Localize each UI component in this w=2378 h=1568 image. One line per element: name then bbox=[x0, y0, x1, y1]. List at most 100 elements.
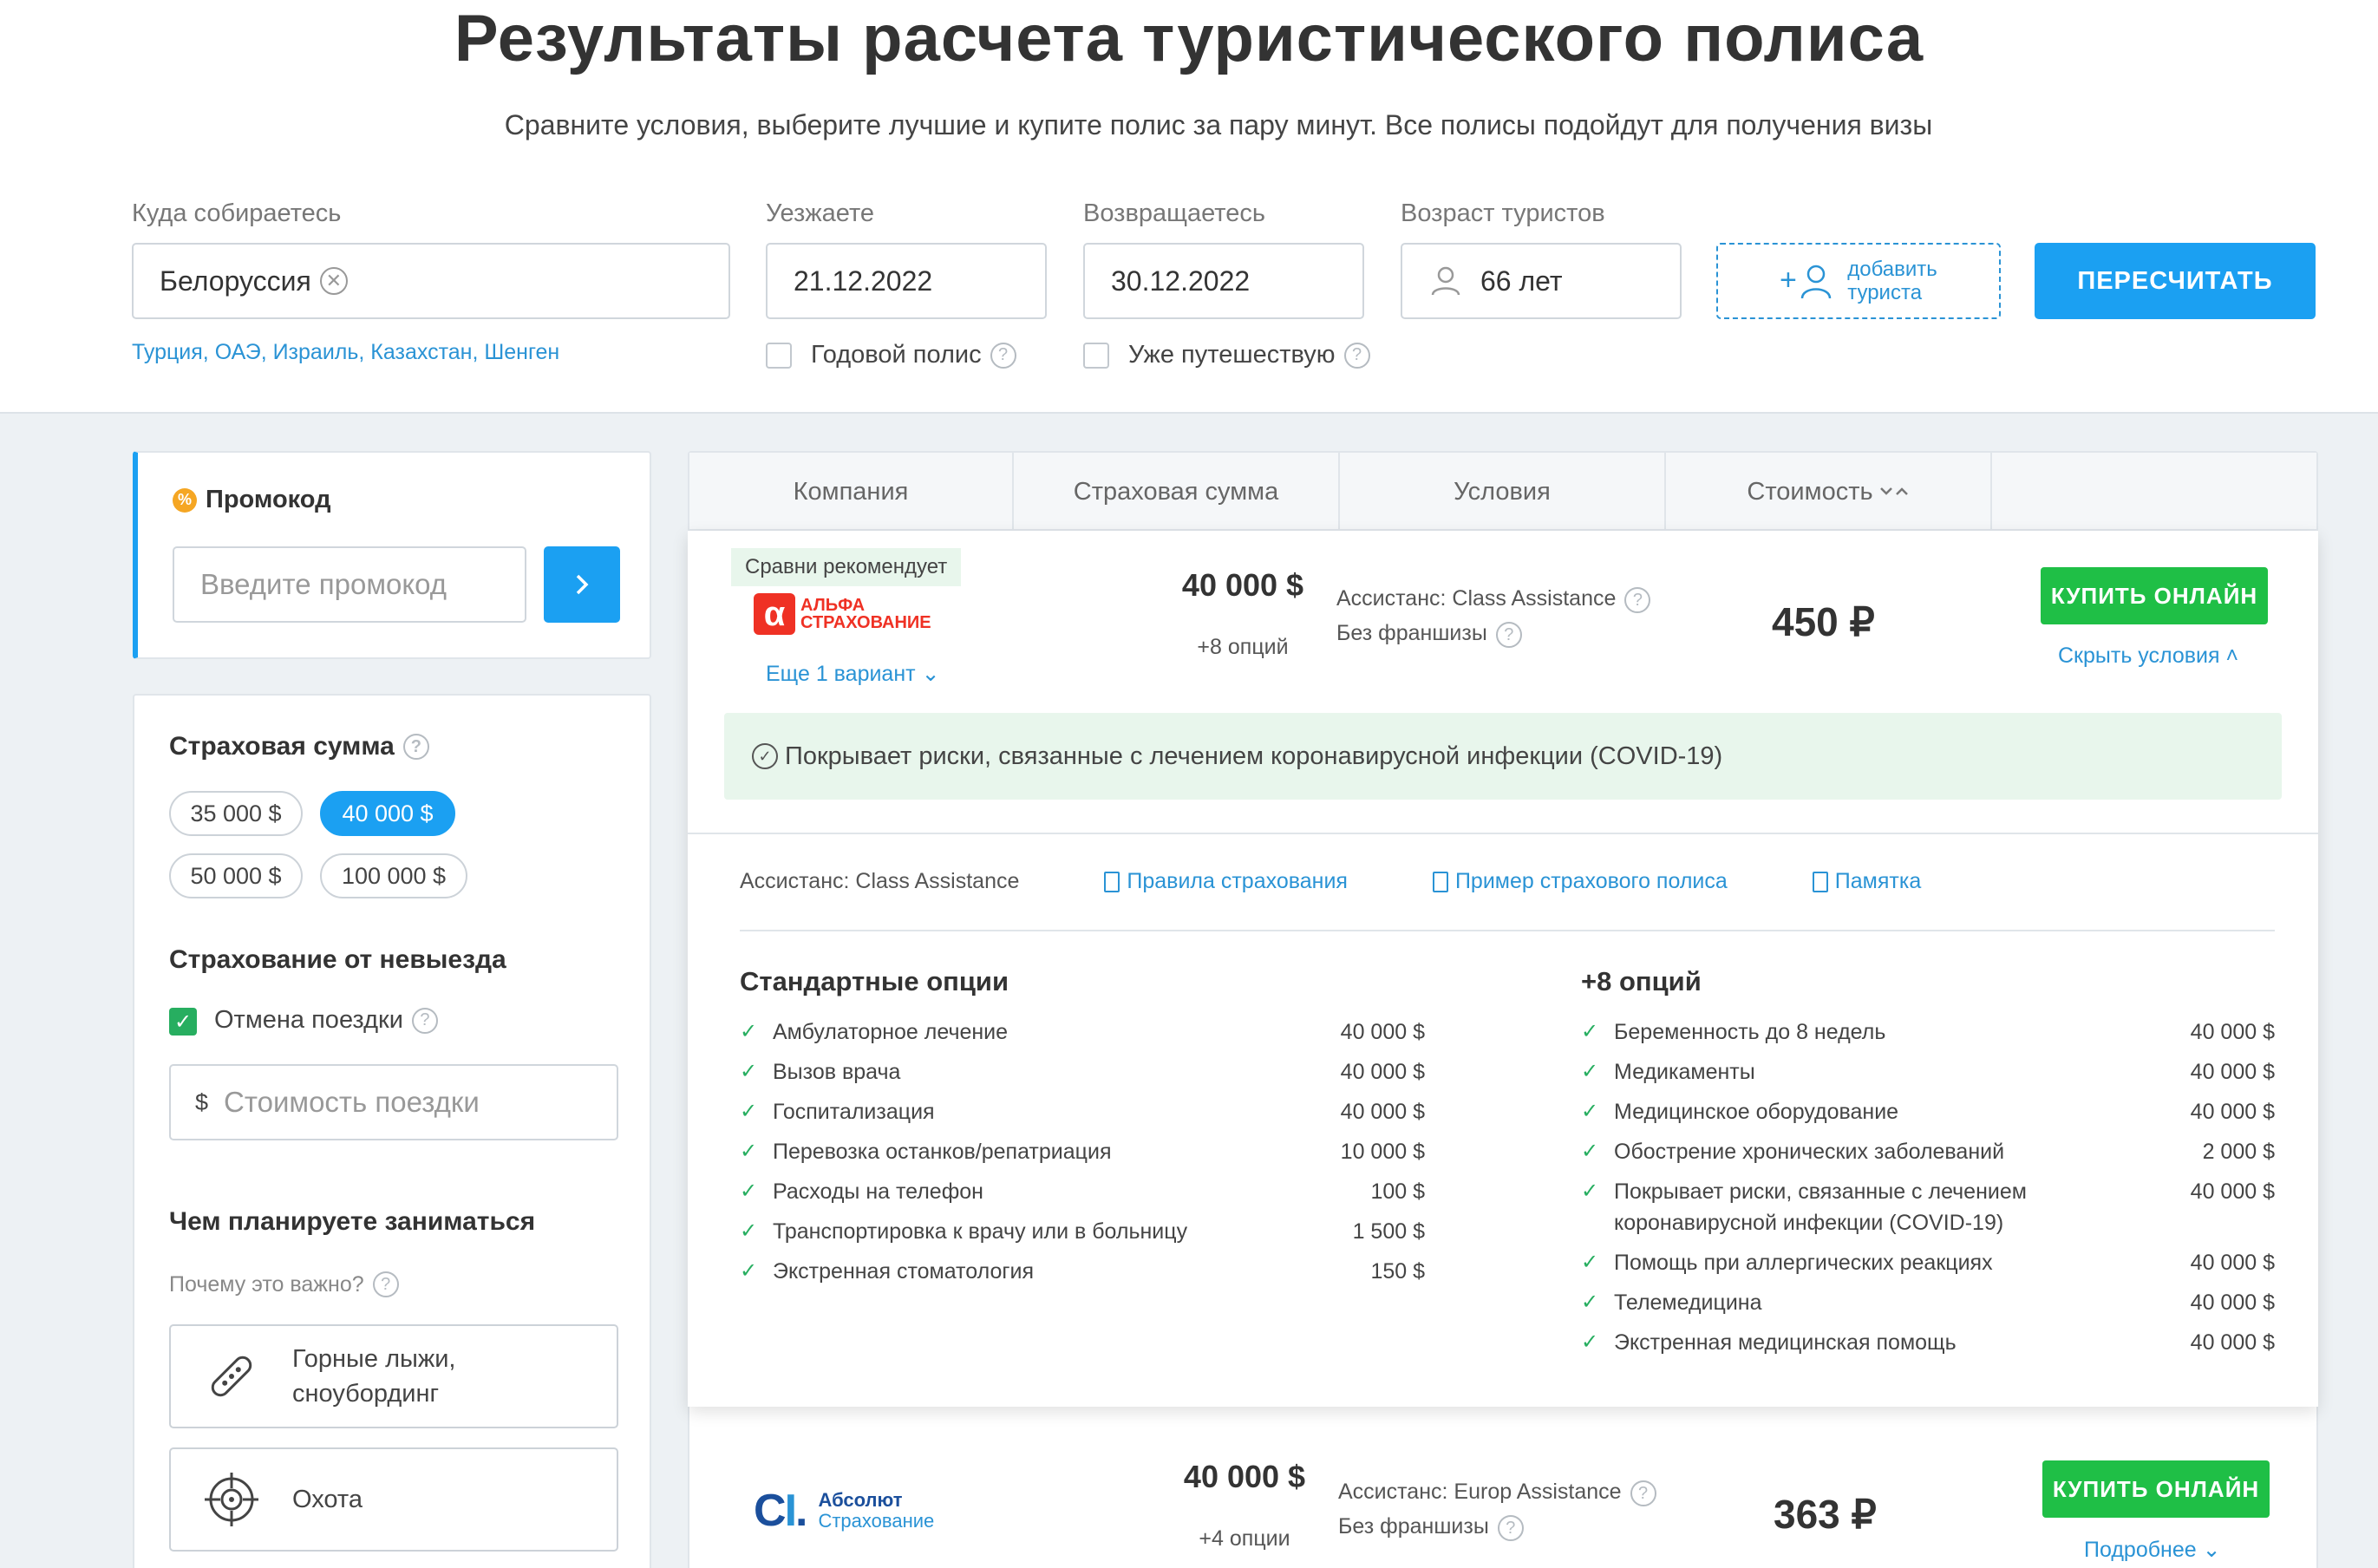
activity-skiing-label-1: Горные лыжи, bbox=[292, 1345, 456, 1373]
check-circle-icon: ✓ bbox=[752, 743, 778, 769]
hide-conditions-link[interactable]: Скрыть условия ˄ bbox=[2058, 644, 2238, 669]
option-item: ✓ Перевозка останков/репатриация 10 000 $ bbox=[740, 1136, 1425, 1167]
help-icon[interactable]: ? bbox=[411, 1007, 438, 1034]
promo-input[interactable]: Введите промокод bbox=[173, 546, 526, 623]
details-assistance: Ассистанс: Class Assistance bbox=[740, 869, 1020, 893]
help-icon[interactable]: ? bbox=[372, 1271, 399, 1297]
cancel-trip-label[interactable]: Отмена поездки ? bbox=[214, 1006, 438, 1035]
document-icon bbox=[1812, 871, 1828, 892]
option-name: Беременность до 8 недель bbox=[1614, 1020, 1886, 1044]
return-date-field[interactable]: 30.12.2022 bbox=[1083, 243, 1364, 319]
standard-options-title: Стандартные опции bbox=[740, 966, 1009, 996]
age-field[interactable]: 66 лет bbox=[1401, 243, 1682, 319]
document-icon bbox=[1104, 871, 1120, 892]
check-icon: ✓ bbox=[1581, 1060, 1599, 1083]
help-icon[interactable]: ? bbox=[1343, 342, 1370, 369]
help-icon[interactable]: ? bbox=[402, 734, 429, 760]
why-important[interactable]: Почему это важно? ? bbox=[169, 1271, 399, 1297]
help-icon[interactable]: ? bbox=[1630, 1480, 1656, 1506]
filters-card: Страховая сумма ? 35 000 $ 40 000 $ 50 0… bbox=[133, 694, 651, 1568]
checkbox-icon[interactable] bbox=[766, 342, 792, 369]
recalculate-button[interactable]: ПЕРЕСЧИТАТЬ bbox=[2035, 243, 2316, 319]
destination-hints[interactable]: Турция, ОАЭ, Израиль, Казахстан, Шенген bbox=[132, 340, 559, 365]
help-icon[interactable]: ? bbox=[1495, 622, 1522, 648]
crosshair-icon bbox=[205, 1473, 258, 1526]
hide-conditions-text: Скрыть условия bbox=[2058, 644, 2220, 668]
policy-documents: Ассистанс: Class Assistance Правила стра… bbox=[740, 869, 1921, 894]
checkbox-icon[interactable] bbox=[1083, 342, 1109, 369]
assistance-row: Ассистанс: Class Assistance? bbox=[1336, 581, 1651, 616]
skiing-icon bbox=[211, 1356, 252, 1397]
check-icon: ✓ bbox=[1581, 1020, 1599, 1043]
column-conditions[interactable]: Условия bbox=[1340, 453, 1666, 531]
age-value: 66 лет bbox=[1480, 265, 1563, 297]
already-travelling-label: Уже путешествую bbox=[1128, 341, 1336, 369]
age-label: Возраст туристов bbox=[1401, 199, 1605, 227]
column-sum[interactable]: Страховая сумма bbox=[1014, 453, 1340, 531]
option-value: 40 000 $ bbox=[2190, 1251, 2275, 1275]
promo-title: % Промокод bbox=[173, 486, 331, 514]
percent-icon: % bbox=[173, 487, 197, 513]
check-icon: ✓ bbox=[1581, 1140, 1599, 1163]
option-name: Помощь при аллергических реакциях bbox=[1614, 1251, 1993, 1275]
more-details-link[interactable]: Подробнее ⌄ bbox=[2084, 1537, 2221, 1563]
offer-options-count[interactable]: +8 опций bbox=[1113, 635, 1373, 660]
depart-date-field[interactable]: 21.12.2022 bbox=[766, 243, 1047, 319]
sum-chip-35000[interactable]: 35 000 $ bbox=[169, 791, 303, 836]
activities-title: Чем планируете заниматься bbox=[169, 1207, 536, 1236]
help-icon[interactable]: ? bbox=[1624, 587, 1651, 613]
option-value: 150 $ bbox=[1370, 1259, 1425, 1284]
offer-options-count[interactable]: +4 опции bbox=[1114, 1526, 1375, 1552]
help-icon[interactable]: ? bbox=[1497, 1515, 1524, 1541]
option-value: 10 000 $ bbox=[1340, 1140, 1425, 1164]
alfa-logo-icon: α bbox=[754, 593, 795, 635]
check-icon: ✓ bbox=[1581, 1100, 1599, 1123]
column-price[interactable]: Стоимость bbox=[1666, 453, 1992, 531]
column-price-label: Стоимость bbox=[1747, 477, 1873, 506]
already-travelling-checkbox[interactable]: Уже путешествую ? bbox=[1083, 341, 1370, 369]
trip-cost-input[interactable]: $ Стоимость поездки bbox=[169, 1064, 618, 1140]
activity-hunting-label: Охота bbox=[292, 1486, 363, 1513]
sum-chip-40000[interactable]: 40 000 $ bbox=[320, 791, 455, 836]
promo-apply-button[interactable] bbox=[544, 546, 620, 623]
sum-chip-50000[interactable]: 50 000 $ bbox=[169, 853, 303, 898]
sum-chip-100000[interactable]: 100 000 $ bbox=[320, 853, 467, 898]
check-icon: ✓ bbox=[740, 1100, 758, 1123]
add-tourist-button[interactable]: + добавить туриста bbox=[1716, 243, 2001, 319]
column-company[interactable]: Компания bbox=[689, 453, 1014, 531]
page-subtitle: Сравните условия, выберите лучшие и купи… bbox=[504, 109, 1933, 140]
option-value: 40 000 $ bbox=[2190, 1100, 2275, 1124]
depart-label: Уезжаете bbox=[766, 199, 875, 227]
help-icon[interactable]: ? bbox=[990, 342, 1016, 369]
more-variants-link[interactable]: Еще 1 вариант ⌄ bbox=[766, 661, 940, 687]
offer-conditions: Ассистанс: Europ Assistance? Без франшиз… bbox=[1338, 1474, 1656, 1544]
annual-policy-checkbox[interactable]: Годовой полис ? bbox=[766, 341, 1016, 369]
extra-options-title: +8 опций bbox=[1581, 966, 1702, 996]
activity-hunting[interactable]: Охота bbox=[169, 1447, 618, 1552]
buy-online-button[interactable]: КУПИТЬ ОНЛАЙН bbox=[2042, 1460, 2270, 1518]
deductible-text: Без франшизы bbox=[1338, 1514, 1489, 1539]
rules-link-text: Правила страхования bbox=[1127, 869, 1348, 893]
activity-skiing-label-2: сноубординг bbox=[292, 1380, 440, 1408]
assistance-text: Ассистанс: Europ Assistance bbox=[1338, 1480, 1622, 1504]
option-name: Расходы на телефон bbox=[773, 1179, 983, 1204]
sum-filter-title-text: Страховая сумма bbox=[169, 732, 395, 761]
rules-link[interactable]: Правила страхования bbox=[1104, 869, 1348, 894]
buy-online-button[interactable]: КУПИТЬ ОНЛАЙН bbox=[2041, 567, 2268, 624]
option-item: ✓ Расходы на телефон 100 $ bbox=[740, 1176, 1425, 1207]
add-tourist-label-1: добавить bbox=[1847, 258, 1937, 281]
option-item: ✓ Помощь при аллергических реакциях 40 000… bbox=[1581, 1247, 2275, 1278]
sample-policy-link[interactable]: Пример страхового полиса bbox=[1432, 869, 1728, 894]
option-item: ✓ Транспортировка к врачу или в больницу 1… bbox=[740, 1216, 1425, 1247]
option-name: Медицинское оборудование bbox=[1614, 1100, 1899, 1124]
promo-title-text: Промокод bbox=[206, 486, 331, 513]
activity-skiing[interactable]: Горные лыжи, сноубординг bbox=[169, 1324, 618, 1428]
memo-link[interactable]: Памятка bbox=[1812, 869, 1921, 894]
destination-field[interactable]: Белоруссия ✕ bbox=[132, 243, 730, 319]
more-details-text: Подробнее bbox=[2084, 1538, 2197, 1562]
option-value: 2 000 $ bbox=[2202, 1140, 2275, 1164]
option-item: ✓ Телемедицина 40 000 $ bbox=[1581, 1287, 2275, 1318]
cancel-trip-checkbox[interactable]: ✓ bbox=[169, 1008, 197, 1036]
clear-icon[interactable]: ✕ bbox=[319, 267, 348, 295]
covid-coverage-text: Покрывает риски, связанные с лечением ко… bbox=[785, 742, 1723, 770]
